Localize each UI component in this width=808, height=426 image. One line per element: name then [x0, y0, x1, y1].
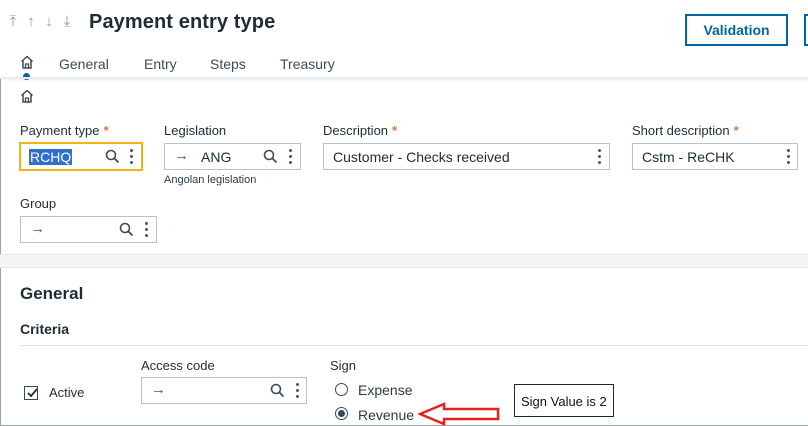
annotation-arrow-icon: [418, 402, 500, 426]
description-label: Description *: [323, 123, 397, 138]
payment-type-field[interactable]: RCHQ: [19, 142, 143, 171]
legislation-value[interactable]: ANG: [201, 149, 231, 165]
group-label: Group: [20, 196, 57, 211]
access-code-label: Access code: [141, 358, 215, 373]
sign-radio-expense[interactable]: [335, 383, 348, 396]
last-record-icon[interactable]: ⤓: [60, 13, 74, 31]
page-header: ⤒ ↑ ↓ ⤓ Payment entry type Validation Ge…: [0, 0, 808, 80]
tab-entry[interactable]: Entry: [144, 56, 177, 72]
legislation-field[interactable]: → ANG: [164, 143, 301, 170]
section-title-general: General: [20, 284, 84, 303]
payment-type-label-text: Payment type: [20, 123, 100, 138]
short-description-label: Short description *: [632, 123, 739, 138]
subsection-divider: [20, 345, 808, 346]
description-field[interactable]: Customer - Checks received: [323, 143, 610, 170]
header-divider: [0, 77, 808, 79]
more-options-icon[interactable]: [288, 149, 292, 164]
sign-radio-revenue[interactable]: [335, 407, 348, 420]
tab-general[interactable]: General: [59, 56, 109, 72]
required-marker: *: [103, 123, 109, 138]
sign-option-expense-label[interactable]: Expense: [358, 382, 412, 398]
search-icon[interactable]: [119, 222, 134, 237]
checkmark-icon: [27, 388, 38, 398]
arrow-right-icon[interactable]: →: [30, 220, 45, 237]
more-options-icon[interactable]: [129, 149, 133, 164]
record-navigation: ⤒ ↑ ↓ ⤓: [6, 13, 74, 31]
previous-record-icon[interactable]: ↑: [24, 13, 38, 31]
search-icon[interactable]: [270, 383, 285, 398]
overflow-button-edge[interactable]: [804, 14, 808, 46]
short-description-value[interactable]: Cstm - ReCHK: [642, 149, 735, 165]
search-icon[interactable]: [263, 149, 278, 164]
section-separator: [0, 254, 808, 268]
group-field[interactable]: →: [20, 216, 157, 243]
home-icon[interactable]: [20, 88, 34, 104]
first-record-icon[interactable]: ⤒: [6, 13, 20, 31]
subsection-title-criteria: Criteria: [20, 321, 70, 337]
next-record-icon[interactable]: ↓: [42, 13, 56, 31]
arrow-right-icon[interactable]: →: [151, 381, 166, 398]
description-value[interactable]: Customer - Checks received: [333, 149, 510, 165]
annotation-note: Sign Value is 2: [514, 384, 614, 417]
short-description-field[interactable]: Cstm - ReCHK: [632, 143, 798, 170]
tab-treasury[interactable]: Treasury: [280, 56, 335, 72]
more-options-icon[interactable]: [295, 383, 299, 398]
more-options-icon[interactable]: [786, 149, 790, 164]
required-marker: *: [733, 123, 739, 138]
active-label: Active: [49, 385, 85, 400]
page-title: Payment entry type: [89, 11, 276, 33]
sign-label: Sign: [330, 358, 357, 373]
payment-type-label: Payment type *: [20, 123, 109, 138]
legislation-description: Angolan legislation: [164, 174, 257, 186]
arrow-right-icon[interactable]: →: [174, 147, 189, 164]
legislation-label: Legislation: [164, 123, 227, 138]
validation-button[interactable]: Validation: [685, 14, 788, 46]
active-checkbox[interactable]: [24, 386, 38, 400]
search-icon[interactable]: [105, 149, 120, 164]
access-code-field[interactable]: →: [141, 377, 307, 404]
more-options-icon[interactable]: [597, 149, 601, 164]
more-options-icon[interactable]: [144, 222, 148, 237]
home-tab-icon[interactable]: [20, 54, 34, 70]
tab-steps[interactable]: Steps: [210, 56, 246, 72]
required-marker: *: [392, 123, 398, 138]
description-label-text: Description: [323, 123, 389, 138]
short-description-label-text: Short description: [632, 123, 730, 138]
payment-type-value[interactable]: RCHQ: [29, 149, 73, 165]
sign-option-revenue-label[interactable]: Revenue: [358, 407, 414, 423]
